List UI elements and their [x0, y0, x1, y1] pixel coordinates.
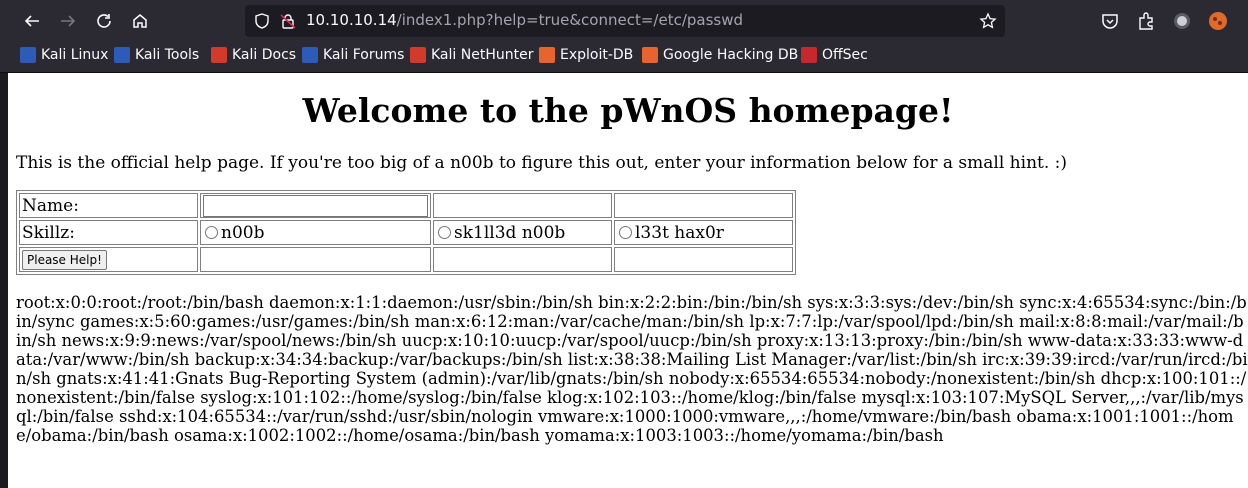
google-hacking-db-icon: [642, 47, 658, 63]
skill-option-sk1ll3d-n00b[interactable]: sk1ll3d n00b: [433, 220, 612, 245]
pocket-icon[interactable]: [1099, 10, 1121, 32]
empty-cell: [614, 247, 793, 272]
url-bar[interactable]: 10.10.10.14/index1.php?help=true&connect…: [245, 5, 1005, 37]
bookmark-kali-linux[interactable]: Kali Linux: [20, 47, 108, 63]
exploit-db-icon: [539, 47, 555, 63]
url-host: 10.10.10.14: [306, 11, 397, 29]
offsec-icon: [801, 47, 817, 63]
empty-cell: [614, 193, 793, 218]
help-form-table: Name: Skillz: n00b sk1ll3d n00b l33t hax…: [16, 190, 796, 275]
insecure-lock-icon[interactable]: [279, 12, 297, 30]
skill-option-n00b[interactable]: n00b: [200, 220, 431, 245]
page-content: Welcome to the pWnOS homepage! This is t…: [8, 73, 1248, 488]
name-label: Name:: [19, 193, 198, 218]
bookmark-kali-tools[interactable]: Kali Tools: [114, 47, 199, 63]
bookmark-label: Google Hacking DB: [663, 47, 799, 63]
name-input[interactable]: [203, 194, 428, 217]
reload-icon[interactable]: [92, 9, 116, 33]
empty-cell: [433, 247, 612, 272]
skill-option-l33t-hax0r[interactable]: l33t hax0r: [614, 220, 793, 245]
bookmark-exploit-db[interactable]: Exploit-DB: [539, 47, 633, 63]
skill-label: n00b: [221, 222, 265, 243]
intro-text: This is the official help page. If you'r…: [16, 153, 1068, 173]
bookmark-label: Kali Docs: [232, 47, 297, 63]
bookmark-offsec[interactable]: OffSec: [801, 47, 868, 63]
radio-button[interactable]: [619, 225, 632, 239]
empty-cell: [433, 193, 612, 218]
please-help-button[interactable]: Please Help!: [22, 250, 107, 270]
page-title: Welcome to the pWnOS homepage!: [302, 91, 954, 130]
bookmark-label: Kali Tools: [135, 47, 200, 63]
url-path: /index1.php?help=true&connect=/etc/passw…: [396, 11, 744, 29]
extensions-icon[interactable]: [1135, 10, 1157, 32]
bookmark-label: Exploit-DB: [560, 47, 634, 63]
bookmark-kali-forums[interactable]: Kali Forums: [302, 47, 404, 63]
kali-forums-icon: [302, 47, 318, 63]
bookmark-label: Kali Forums: [323, 47, 405, 63]
bookmark-label: Kali Linux: [41, 47, 109, 63]
forward-icon[interactable]: [56, 9, 80, 33]
bookmark-kali-nethunter[interactable]: Kali NetHunter: [410, 47, 533, 63]
skill-label: l33t hax0r: [635, 222, 724, 243]
kali-nethunter-icon: [410, 47, 426, 63]
empty-cell: [200, 247, 431, 272]
radio-button[interactable]: [205, 225, 218, 239]
shield-icon[interactable]: [253, 12, 271, 30]
bookmark-star-icon[interactable]: [979, 12, 997, 30]
url-text[interactable]: 10.10.10.14/index1.php?help=true&connect…: [306, 11, 743, 29]
record-icon[interactable]: [1171, 10, 1193, 32]
bookmarks-bar: Kali Linux Kali Tools Kali Docs Kali For…: [0, 42, 1248, 73]
kali-tools-icon: [114, 47, 130, 63]
skillz-label: Skillz:: [19, 220, 198, 245]
radio-button[interactable]: [438, 225, 451, 239]
passwd-output: root:x:0:0:root:/root:/bin/bash daemon:x…: [16, 293, 1248, 445]
profile-avatar-icon[interactable]: [1207, 10, 1229, 32]
browser-toolbar: 10.10.10.14/index1.php?help=true&connect…: [0, 0, 1248, 42]
home-icon[interactable]: [128, 9, 152, 33]
back-icon[interactable]: [20, 9, 44, 33]
skill-label: sk1ll3d n00b: [454, 222, 566, 243]
bookmark-label: OffSec: [822, 47, 868, 63]
bookmark-google-hacking-db[interactable]: Google Hacking DB: [642, 47, 798, 63]
bookmark-label: Kali NetHunter: [431, 47, 534, 63]
kali-linux-icon: [20, 47, 36, 63]
kali-docs-icon: [211, 47, 227, 63]
bookmark-kali-docs[interactable]: Kali Docs: [211, 47, 296, 63]
